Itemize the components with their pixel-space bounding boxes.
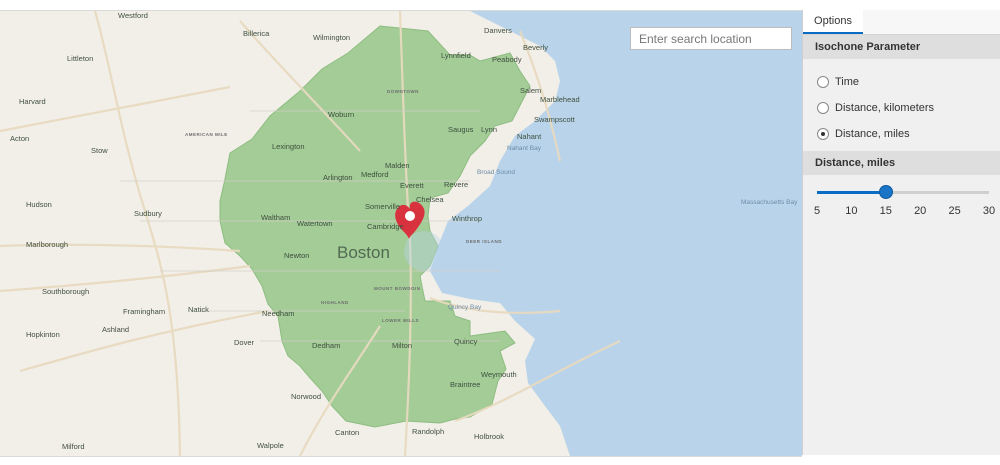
map-label: Stow xyxy=(91,146,108,155)
map-label: DOWNTOWN xyxy=(387,89,419,94)
map-label: Salem xyxy=(520,86,542,95)
map-label: Lynnfield xyxy=(441,51,471,60)
map-label: Framingham xyxy=(123,307,166,316)
map-label: Woburn xyxy=(328,110,355,119)
map-label: Ashland xyxy=(102,325,130,334)
map-label: DEER ISLAND xyxy=(466,239,503,244)
map-label: Braintree xyxy=(450,380,481,389)
map-label: Hopkinton xyxy=(26,330,60,339)
map-label: Dover xyxy=(234,338,255,347)
map-label: Dedham xyxy=(312,341,341,350)
map-label: Boston xyxy=(337,243,390,262)
radio-distance-kilometers-label: Distance, kilometers xyxy=(835,102,935,114)
map-label: Milford xyxy=(62,442,85,451)
map-label: Harvard xyxy=(19,97,46,106)
slider-track[interactable] xyxy=(817,191,989,194)
map-label: Massachusetts Bay xyxy=(741,199,798,206)
map-label: Waltham xyxy=(261,213,291,222)
radio-distance-miles[interactable] xyxy=(817,128,829,140)
distance-slider[interactable]: 5 10 15 20 25 30 xyxy=(803,175,1000,225)
search-input[interactable] xyxy=(630,27,792,50)
isochrone-parameter-header: Isochone Parameter xyxy=(803,35,1000,59)
map-label: Wilmington xyxy=(313,33,351,42)
map-label: Winthrop xyxy=(452,214,483,223)
map-label: Milton xyxy=(392,341,413,350)
slider-thumb[interactable] xyxy=(879,186,892,198)
map-label: Swampscott xyxy=(534,115,575,124)
map-view[interactable]: Westford Billerica Wilmington Danvers Be… xyxy=(0,10,802,457)
map-label: Littleton xyxy=(67,54,94,63)
map-label: Hudson xyxy=(26,200,52,209)
map-label: Sudbury xyxy=(134,209,162,218)
tab-options[interactable]: Options xyxy=(803,10,863,34)
map-label: Acton xyxy=(10,134,30,143)
map-label: Southborough xyxy=(42,287,90,296)
map-label: Lynn xyxy=(481,125,497,134)
map-label: Norwood xyxy=(291,392,322,401)
radio-time[interactable] xyxy=(817,76,829,88)
map-label: Marblehead xyxy=(540,95,580,104)
map-label: Quincy Bay xyxy=(448,304,482,311)
map-label: LOWER MILLS xyxy=(382,318,419,323)
map-label: Quincy xyxy=(454,337,478,346)
map-label: Everett xyxy=(400,181,424,190)
map-label: Nahant Bay xyxy=(507,145,541,152)
radio-time-option[interactable]: Time xyxy=(803,69,1000,95)
slider-tick: 30 xyxy=(982,205,996,217)
map-label: Holbrook xyxy=(474,432,505,441)
slider-tick: 20 xyxy=(914,205,927,217)
map-label: Weymouth xyxy=(481,370,517,379)
map-label: Canton xyxy=(335,428,360,437)
map-label: Broad Sound xyxy=(477,169,515,176)
map-pin-center xyxy=(405,211,415,221)
options-panel: Options Isochone Parameter Time Distance… xyxy=(802,10,1000,455)
tab-strip: Options xyxy=(803,10,1000,35)
map-label: Billerica xyxy=(243,29,270,38)
map-label: Arlington xyxy=(323,173,353,182)
map-label: Watertown xyxy=(297,219,333,228)
slider-tick: 15 xyxy=(879,205,892,217)
radio-distance-kilometers[interactable] xyxy=(817,102,829,114)
map-label: Revere xyxy=(444,180,469,189)
map-label: Newton xyxy=(284,251,310,260)
map-label: Marlborough xyxy=(26,240,69,249)
map-label: HIGHLAND xyxy=(321,300,349,305)
map-label: Cambridge xyxy=(367,222,404,231)
map-label: Walpole xyxy=(257,441,284,450)
parameter-radio-group: Time Distance, kilometers Distance, mile… xyxy=(803,59,1000,151)
radio-distance-kilometers-option[interactable]: Distance, kilometers xyxy=(803,95,1000,121)
slider-tick: 10 xyxy=(845,205,858,217)
map-label: MOUNT BOWDOIN xyxy=(374,286,421,291)
map-label: Danvers xyxy=(484,26,512,35)
radio-time-label: Time xyxy=(835,76,860,88)
map-label: Nahant xyxy=(517,132,542,141)
map-label: Chelsea xyxy=(416,195,444,204)
slider-tick: 5 xyxy=(813,205,821,217)
radio-distance-miles-option[interactable]: Distance, miles xyxy=(803,121,1000,147)
harbor-water xyxy=(404,231,444,271)
app-frame: Westford Billerica Wilmington Danvers Be… xyxy=(0,0,1000,465)
map-label: Westford xyxy=(118,11,148,20)
slider-tick: 25 xyxy=(948,205,961,217)
map-label: Somerville xyxy=(365,202,401,211)
map-label: Malden xyxy=(385,161,410,170)
map-label: Randolph xyxy=(412,427,445,436)
map-label: Peabody xyxy=(492,55,522,64)
distance-header: Distance, miles xyxy=(803,151,1000,175)
radio-distance-miles-label: Distance, miles xyxy=(835,128,910,140)
map-label: Beverly xyxy=(523,43,549,52)
slider-fill xyxy=(817,191,886,194)
map-label: Lexington xyxy=(272,142,305,151)
map-label: Needham xyxy=(262,309,295,318)
map-label: AMERICAN MILE xyxy=(185,132,228,137)
map-label: Natick xyxy=(188,305,209,314)
map-label: Saugus xyxy=(448,125,474,134)
map-label: Medford xyxy=(361,170,389,179)
map-canvas[interactable] xyxy=(0,11,802,456)
